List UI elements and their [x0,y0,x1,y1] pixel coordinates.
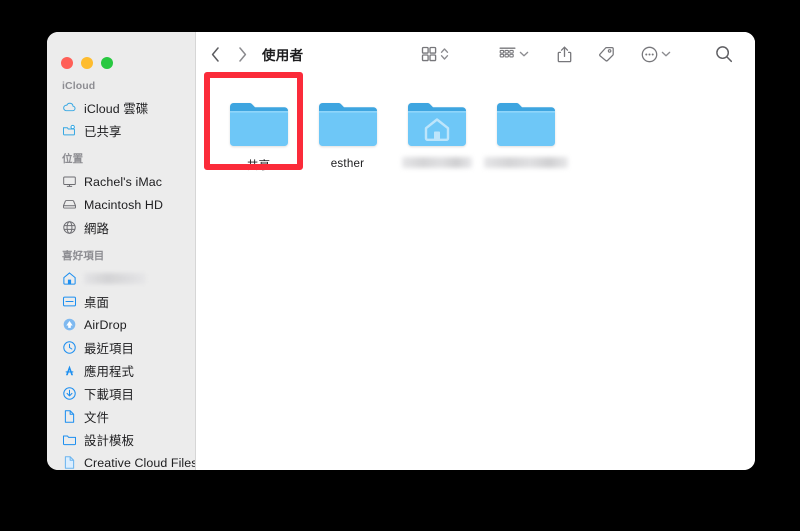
grid-item-home-folder[interactable] [392,92,481,184]
sidebar-item-rachels-imac[interactable]: Rachel's iMac [47,170,195,193]
sidebar-item-label: 下載項目 [84,387,134,402]
grid-item-esther[interactable]: esther [303,92,392,184]
sidebar-item-recents[interactable]: 最近項目 [47,336,195,359]
back-button[interactable] [210,45,221,63]
toolbar: 使用者 [196,32,755,76]
document-icon [62,455,77,470]
document-icon [62,409,77,424]
sidebar-item-label: iCloud 雲碟 [84,101,149,116]
sidebar-item-shared[interactable]: 已共享 [47,119,195,142]
desktop-icon [62,294,77,309]
shared-folder-icon [62,123,77,138]
sidebar-item-macintosh-hd[interactable]: Macintosh HD [47,193,195,216]
chevron-down-icon [519,49,529,59]
content-pane: 使用者 共享 esther [196,32,755,470]
sidebar-section-heading-favorites: 喜好項目 [62,250,105,262]
sidebar-item-label: 應用程式 [84,364,134,379]
folder-icon [62,432,77,447]
finder-window: iCloud iCloud 雲碟 已共享 位置 Rachel's iMac Ma… [47,32,755,470]
applications-icon [62,363,77,378]
home-icon [62,271,77,286]
sidebar-item-label: 設計模板 [84,433,134,448]
recents-clock-icon [62,340,77,355]
window-controls [47,32,195,76]
forward-button[interactable] [237,45,248,63]
sidebar-item-label: Creative Cloud Files [84,455,196,470]
sidebar: iCloud iCloud 雲碟 已共享 位置 Rachel's iMac Ma… [47,32,196,470]
harddisk-icon [62,197,77,212]
close-button[interactable] [61,56,73,69]
folder-icon [316,96,380,150]
chevron-down-icon [661,49,671,59]
view-options-button[interactable] [415,41,455,67]
sidebar-item-label: 最近項目 [84,341,134,356]
imac-icon [62,174,77,189]
group-by-icon [499,46,516,62]
sidebar-item-design-templates[interactable]: 設計模板 [47,428,195,451]
minimize-button[interactable] [81,56,93,69]
chevron-updown-icon [440,46,449,62]
sidebar-item-documents[interactable]: 文件 [47,405,195,428]
share-button[interactable] [551,41,578,67]
sidebar-item-label: Rachel's iMac [84,174,163,189]
folder-icon [494,96,558,150]
page-title: 使用者 [262,48,304,63]
airdrop-icon [62,317,77,332]
sidebar-item-label: AirDrop [84,317,127,332]
sidebar-item-label: 已共享 [84,124,122,139]
network-globe-icon [62,220,77,235]
file-icon-grid: 共享 esther [196,76,755,184]
sidebar-item-label: 桌面 [84,295,109,310]
view-grid-icon [421,46,437,62]
search-icon [715,45,733,63]
sidebar-section-heading-locations: 位置 [62,153,84,165]
share-icon [557,46,572,63]
sidebar-section-heading-icloud: iCloud [62,80,96,92]
grid-item-label-redacted [401,157,472,168]
sidebar-item-home[interactable] [47,267,195,290]
grid-item-shared[interactable]: 共享 [214,92,303,184]
grid-item-label: 共享 [246,159,271,172]
navigation-arrows [210,45,248,63]
sidebar-item-label-redacted [84,273,146,284]
tag-icon [598,46,615,62]
sidebar-item-applications[interactable]: 應用程式 [47,359,195,382]
maximize-button[interactable] [101,56,113,69]
sidebar-item-creative-cloud-files[interactable]: Creative Cloud Files [47,451,195,470]
home-folder-icon [405,96,469,150]
more-actions-icon [641,46,658,63]
sidebar-item-airdrop[interactable]: AirDrop [47,313,195,336]
sidebar-item-label: Macintosh HD [84,197,164,212]
downloads-icon [62,386,77,401]
cloud-icon [62,100,77,115]
sidebar-item-downloads[interactable]: 下載項目 [47,382,195,405]
sidebar-item-icloud-drive[interactable]: iCloud 雲碟 [47,96,195,119]
grid-item-label: esther [330,157,365,170]
grid-item-redacted-folder[interactable] [481,92,570,184]
screen-background: iCloud iCloud 雲碟 已共享 位置 Rachel's iMac Ma… [0,0,800,531]
sidebar-item-label: 網路 [84,221,109,236]
more-actions-button[interactable] [635,41,677,67]
grid-item-label-redacted [483,157,568,168]
folder-icon [227,96,291,150]
group-by-button[interactable] [493,41,535,67]
tag-button[interactable] [592,41,621,67]
sidebar-item-label: 文件 [84,410,109,425]
search-button[interactable] [709,41,739,67]
sidebar-item-network[interactable]: 網路 [47,216,195,239]
sidebar-item-desktop[interactable]: 桌面 [47,290,195,313]
